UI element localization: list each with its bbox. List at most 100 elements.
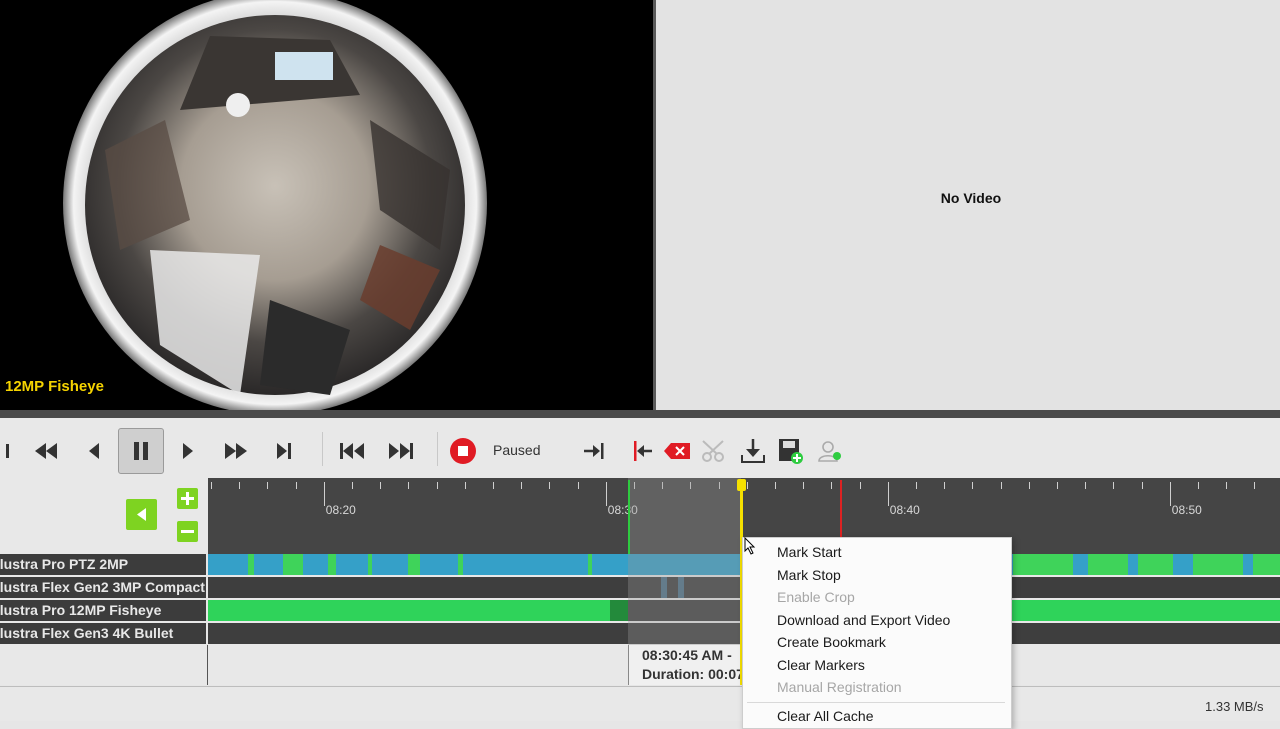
cut-button[interactable] bbox=[694, 434, 734, 468]
toolbar-separator bbox=[322, 432, 323, 466]
recording-segment bbox=[610, 600, 628, 621]
ruler-tick bbox=[1169, 482, 1171, 506]
clear-marker-button[interactable] bbox=[657, 434, 697, 468]
mark-start-icon bbox=[634, 441, 652, 461]
frame-back-icon bbox=[6, 444, 9, 458]
ruler-tick bbox=[295, 482, 297, 489]
previous-event-button[interactable] bbox=[332, 434, 372, 468]
fisheye-video-frame bbox=[63, 0, 487, 410]
jump-to-marker-button[interactable] bbox=[574, 434, 614, 468]
ruler-tick bbox=[352, 482, 353, 489]
ruler-tick bbox=[436, 482, 438, 489]
fast-forward-icon bbox=[225, 443, 247, 459]
user-share-icon bbox=[818, 441, 841, 462]
status-bar bbox=[0, 686, 1280, 721]
plus-icon bbox=[181, 492, 194, 505]
fast-forward-button[interactable] bbox=[216, 434, 256, 468]
ruler-tick bbox=[408, 482, 410, 489]
ruler-tick bbox=[577, 482, 579, 489]
recording-segment bbox=[408, 554, 420, 575]
ruler-time-label: 08:20 bbox=[325, 503, 356, 517]
playhead-handle[interactable] bbox=[737, 479, 746, 491]
zoom-out-button[interactable] bbox=[177, 521, 198, 542]
menu-item-download-export[interactable]: Download and Export Video bbox=[777, 612, 950, 628]
ruler-time-label: 08:50 bbox=[1171, 503, 1202, 517]
clear-marker-icon bbox=[664, 443, 690, 459]
recording-segment bbox=[283, 554, 303, 575]
frame-back-button[interactable] bbox=[0, 434, 22, 468]
ruler-tick bbox=[944, 482, 946, 489]
ruler-tick bbox=[1113, 482, 1115, 489]
timeline-back-button[interactable] bbox=[126, 499, 157, 530]
save-clip-button[interactable] bbox=[771, 434, 811, 468]
no-video-message: No Video bbox=[940, 190, 1002, 206]
ruler-tick bbox=[972, 482, 974, 489]
recording-segment bbox=[1010, 600, 1280, 621]
menu-item-create-bookmark[interactable]: Create Bookmark bbox=[777, 634, 886, 650]
start-marker[interactable] bbox=[628, 480, 630, 554]
ruler-tick bbox=[775, 482, 776, 489]
menu-item-clear-markers[interactable]: Clear Markers bbox=[777, 657, 865, 673]
menu-item-clear-all-cache[interactable]: Clear All Cache bbox=[777, 708, 874, 724]
stop-marker[interactable] bbox=[840, 480, 842, 538]
playback-status: Paused bbox=[493, 442, 541, 458]
camera-label: 12MP Fisheye bbox=[5, 378, 104, 395]
ruler-tick bbox=[464, 482, 466, 489]
recording-segment bbox=[588, 554, 592, 575]
record-stop-button[interactable] bbox=[443, 434, 483, 468]
ruler-tick bbox=[521, 482, 523, 489]
track-name: Illustra Pro PTZ 2MP bbox=[0, 556, 129, 572]
play-icon bbox=[183, 443, 193, 459]
skip-end-icon bbox=[277, 443, 291, 459]
ruler-tick bbox=[380, 482, 382, 489]
ruler-tick bbox=[323, 482, 325, 506]
previous-event-icon bbox=[340, 443, 364, 459]
mouse-cursor-icon bbox=[744, 537, 756, 555]
track-label[interactable]: Illustra Flex Gen2 3MP Compact bbox=[0, 577, 206, 600]
ruler-tick bbox=[1226, 482, 1228, 489]
share-user-button[interactable] bbox=[810, 434, 850, 468]
stop-record-icon bbox=[450, 438, 476, 464]
menu-separator bbox=[747, 702, 1005, 703]
track-label[interactable]: Illustra Pro PTZ 2MP bbox=[0, 554, 206, 577]
video-pane-fisheye[interactable]: 12MP Fisheye bbox=[0, 0, 653, 410]
video-pane-empty[interactable]: No Video bbox=[656, 0, 1280, 410]
menu-item-mark-stop[interactable]: Mark Stop bbox=[777, 567, 841, 583]
arrow-right-bar-icon bbox=[584, 443, 604, 459]
recording-segment bbox=[328, 554, 336, 575]
ruler-tick bbox=[549, 482, 551, 489]
zoom-in-button[interactable] bbox=[177, 488, 198, 509]
next-event-button[interactable] bbox=[381, 434, 421, 468]
skip-to-end-button[interactable] bbox=[264, 434, 304, 468]
rewind-button[interactable] bbox=[26, 434, 66, 468]
data-rate: 1.33 MB/s bbox=[1205, 699, 1264, 714]
menu-item-manual-registration: Manual Registration bbox=[777, 679, 902, 695]
pause-button[interactable] bbox=[118, 428, 164, 474]
step-back-icon bbox=[89, 443, 99, 459]
step-back-button[interactable] bbox=[74, 434, 114, 468]
arrow-left-icon bbox=[137, 508, 146, 521]
track-label[interactable]: Illustra Pro 12MP Fisheye bbox=[0, 600, 206, 623]
track-label[interactable]: Illustra Flex Gen3 4K Bullet bbox=[0, 623, 206, 646]
track-name: Illustra Pro 12MP Fisheye bbox=[0, 602, 162, 618]
recording-segment bbox=[1193, 554, 1243, 575]
ruler-tick bbox=[1254, 482, 1256, 489]
context-menu: Mark Start Mark Stop Enable Crop Downloa… bbox=[742, 537, 1012, 729]
scissors-icon bbox=[702, 440, 724, 462]
minus-icon bbox=[181, 530, 194, 533]
ruler-tick bbox=[887, 482, 889, 506]
toolbar-separator bbox=[437, 432, 438, 466]
playback-toolbar: Paused bbox=[0, 418, 1280, 478]
ruler-tick bbox=[859, 482, 861, 489]
ruler-tick bbox=[1028, 482, 1030, 489]
download-button[interactable] bbox=[733, 434, 773, 468]
mark-start-button[interactable] bbox=[620, 434, 660, 468]
selection-range bbox=[628, 478, 741, 645]
ruler-tick bbox=[605, 482, 607, 506]
selection-start-time: 08:30:45 AM - bbox=[642, 647, 732, 663]
menu-item-mark-start[interactable]: Mark Start bbox=[777, 544, 842, 560]
menu-item-enable-crop: Enable Crop bbox=[777, 589, 855, 605]
ruler-tick bbox=[1141, 482, 1143, 489]
play-button[interactable] bbox=[168, 434, 208, 468]
ruler-time-label: 08:40 bbox=[889, 503, 920, 517]
